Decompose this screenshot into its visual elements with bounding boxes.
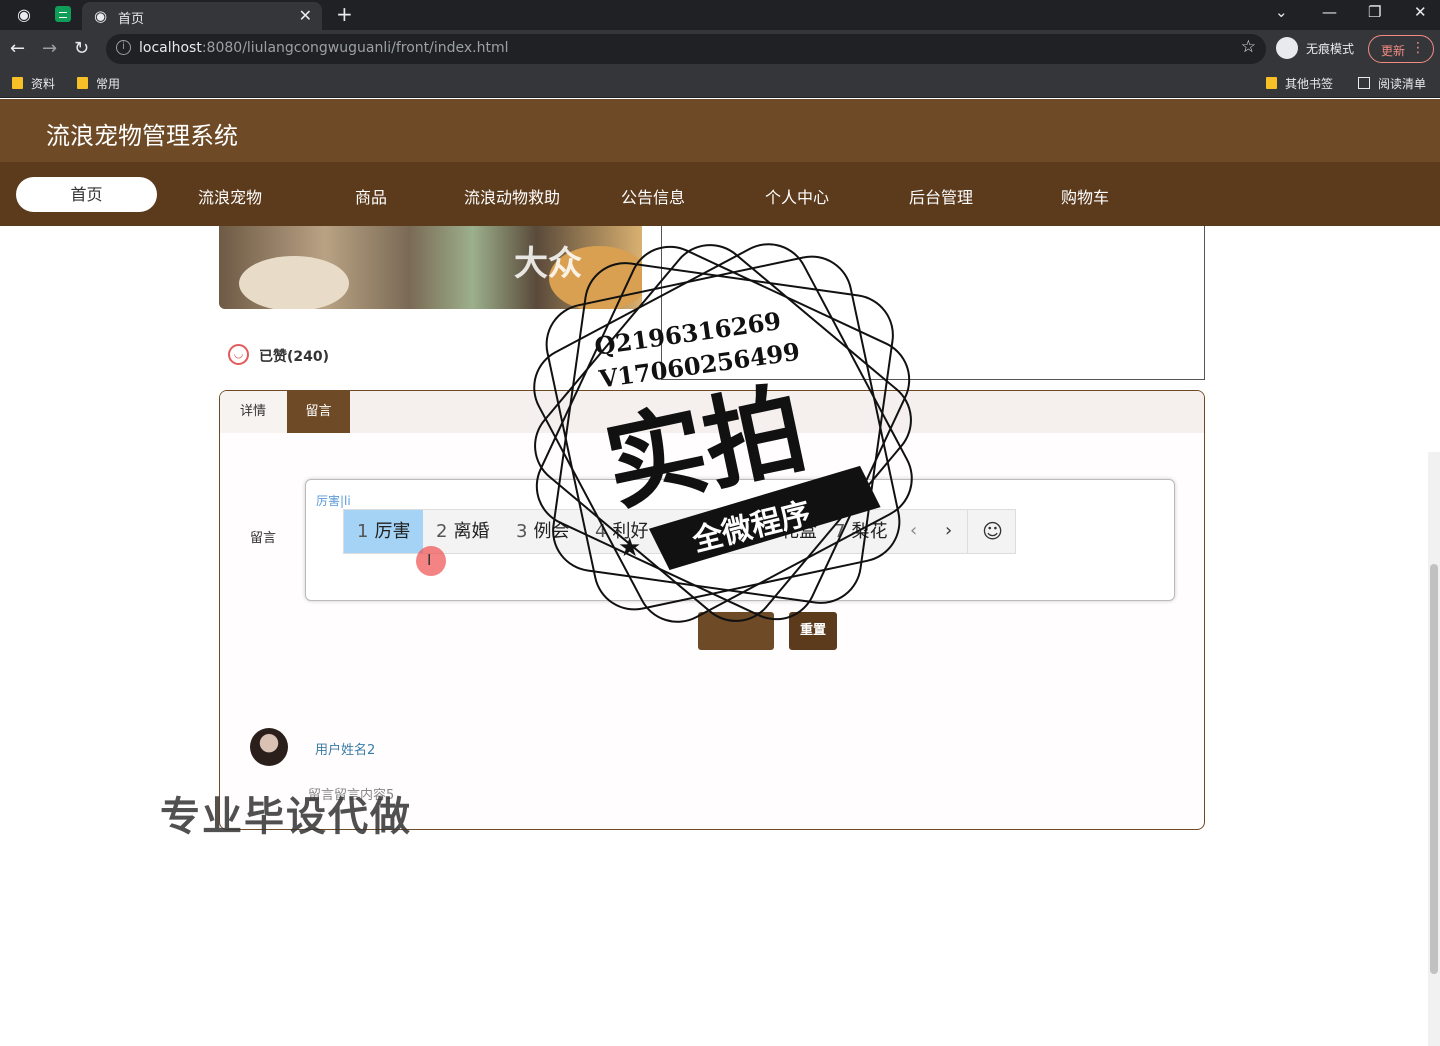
reading-list-label: 阅读清单 [1378,77,1427,91]
nav-rescue[interactable]: 流浪动物救助 [442,184,582,208]
candidate-text: 厉害 [374,521,411,542]
site-nav: 首页 流浪宠物 商品 流浪动物救助 公告信息 个人中心 后台管理 购物车 [0,162,1440,226]
url-path: :8080/liulangcongwuguanli/front/index.ht… [201,40,509,56]
globe-icon: ◉ [94,7,108,25]
candidate-text: 利好 [612,521,649,542]
close-tab-icon[interactable]: ✕ [299,6,312,25]
new-tab-icon[interactable]: + [336,2,353,26]
reload-icon[interactable]: ↻ [74,38,89,59]
url-host: localhost [139,40,202,56]
candidate-number: 4 [595,521,607,542]
mouse-cursor-indicator [416,546,446,576]
ime-candidate[interactable]: 7 梨花 [821,510,900,553]
avatar [250,728,288,766]
incognito-icon [1276,37,1298,59]
nav-personal-center[interactable]: 个人中心 [727,184,867,208]
candidate-text: 例会 [533,521,570,542]
nav-products[interactable]: 商品 [301,184,441,208]
update-label: 更新 [1381,44,1406,58]
folder-icon [77,77,88,89]
dog-shape [239,256,349,309]
bookmark-folder-changyong[interactable]: 常用 [77,75,120,92]
candidate-text: 离婚 [453,521,490,542]
sheets-tab-icon[interactable] [55,6,71,22]
bookmark-other[interactable]: 其他书签 [1266,75,1333,92]
ime-candidate[interactable]: 1 厉害 [344,510,424,553]
pet-photo: 大众 [219,226,642,309]
browser-tab-active[interactable]: ◉ 首页 ✕ [82,2,322,30]
ime-candidate[interactable]: 4 利好 [582,510,661,553]
site-header: 流浪宠物管理系统 [0,99,1440,162]
browser-tab-bar: ◉ ◉ 首页 ✕ + ⌄ — ❐ ✕ [0,0,1440,30]
bookmark-folder-ziliao[interactable]: 资料 [12,75,55,92]
candidate-number: 7 [834,521,846,542]
ime-emoji-icon[interactable]: ☺ [967,510,1017,553]
candidate-number: 3 [516,521,528,542]
bookmarks-bar: 资料 常用 其他书签 阅读清单 [0,68,1440,98]
browser-toolbar: ← → ↻ i localhost:8080/liulangcongwuguan… [0,30,1440,68]
panel-tabs: 详情 留言 [220,391,1204,433]
browser-globe-icon[interactable]: ◉ [14,5,34,25]
reading-list-icon [1358,77,1370,89]
candidate-text: 礼盒 [781,521,817,542]
nav-home[interactable]: 首页 [16,177,157,212]
candidate-text: 梨花 [851,521,888,542]
typed-text: 厉害|li [316,494,351,508]
ime-candidate[interactable]: 3 例会 [503,510,582,553]
nav-stray-pets[interactable]: 流浪宠物 [160,184,300,208]
reset-button[interactable]: 重置 [789,612,837,650]
folder-icon [1266,77,1277,89]
pet-info-box [661,226,1205,380]
candidate-number: 1 [357,521,369,542]
ime-prev-icon[interactable]: ‹ [910,520,917,541]
detail-panel: 详情 留言 留言 厉害|li 1 厉害 2 离婚 3 例会 4 利好 礼盒 7 梨花 ‹ … [219,390,1205,830]
bookmark-label: 常用 [96,77,121,91]
smile-icon: ◡ [228,344,249,365]
url-text[interactable]: localhost:8080/liulangcongwuguanli/front… [139,40,509,56]
scrollbar-thumb[interactable] [1430,564,1438,974]
ime-next-icon[interactable]: › [945,520,952,541]
tab-title: 首页 [118,12,145,27]
bookmark-label: 其他书签 [1285,77,1334,91]
tab-message[interactable]: 留言 [287,391,350,433]
ime-candidate-bar: 1 厉害 2 离婚 3 例会 4 利好 礼盒 7 梨花 ‹ › ☺ [343,509,1016,554]
bookmark-label: 资料 [31,77,56,91]
tab-detail[interactable]: 详情 [220,391,286,433]
reading-list[interactable]: 阅读清单 [1358,75,1426,92]
site-title: 流浪宠物管理系统 [46,122,238,150]
like-count: 已赞(240) [259,349,330,365]
address-bar[interactable]: i localhost:8080/liulangcongwuguanli/fro… [106,34,1266,64]
tab-search-icon[interactable]: ⌄ [1275,3,1288,21]
ime-candidate[interactable]: 礼盒 [762,510,830,553]
message-label: 留言 [250,531,277,546]
page-content: 大众 ◡ 已赞(240) 详情 留言 留言 厉害|li 1 厉害 2 离婚 3 例会 … [0,226,1440,1046]
more-menu-icon[interactable]: ⋮ [1411,40,1425,56]
bottom-watermark: 专业毕设代做 [160,794,412,840]
candidate-number: 2 [436,521,448,542]
nav-cart[interactable]: 购物车 [1015,184,1155,208]
page-scrollbar[interactable] [1428,452,1440,1046]
close-window-icon[interactable]: ✕ [1414,3,1427,21]
incognito-indicator[interactable]: 无痕模式 [1276,36,1366,60]
restore-icon[interactable]: ❐ [1368,3,1381,21]
forward-icon[interactable]: → [42,38,57,59]
nav-announcements[interactable]: 公告信息 [583,184,723,208]
bookmark-star-icon[interactable]: ☆ [1241,37,1256,57]
comment-username: 用户姓名2 [315,743,376,758]
back-icon[interactable]: ← [10,38,25,59]
submit-button[interactable] [698,612,774,650]
incognito-label: 无痕模式 [1306,42,1355,56]
update-button[interactable]: 更新 ⋮ [1368,35,1434,63]
minimize-icon[interactable]: — [1322,3,1337,21]
site-info-icon[interactable]: i [116,40,131,55]
photo-watermark-logo: 大众 [514,244,582,284]
nav-admin[interactable]: 后台管理 [871,184,1011,208]
folder-icon [12,77,23,89]
